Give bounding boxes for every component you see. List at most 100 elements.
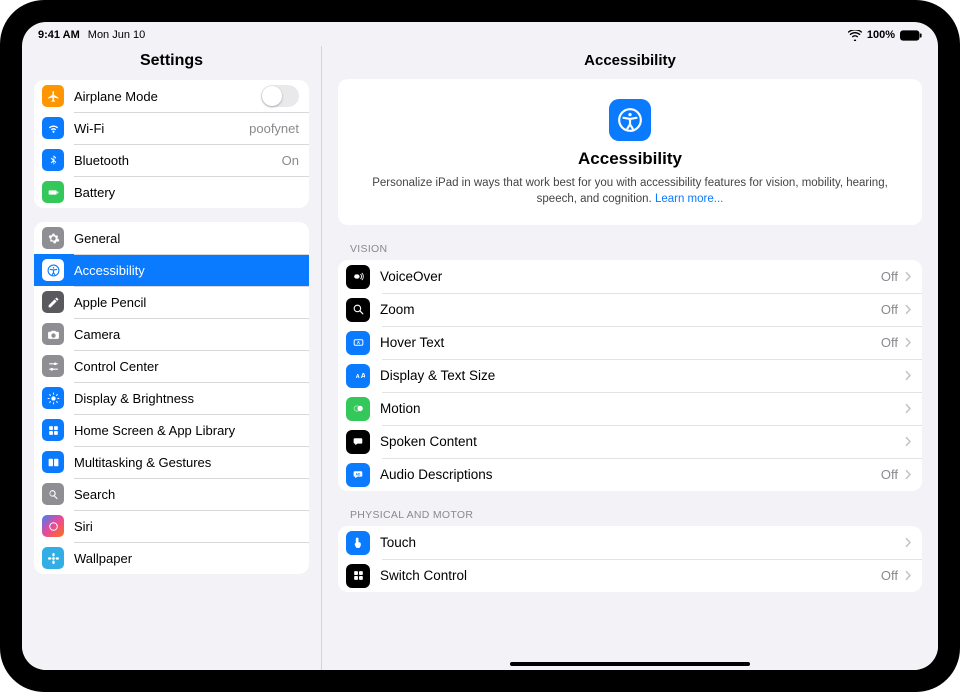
sidebar-item-bluetooth[interactable]: Bluetooth On — [34, 144, 309, 176]
settings-list: VoiceOverOff Zoom Off A Hover Text Off AA Displ… — [338, 260, 922, 491]
setting-row-label: Spoken Content — [380, 434, 898, 449]
sidebar-item-label: Home Screen & App Library — [74, 423, 299, 438]
section-header: Vision — [338, 239, 922, 260]
detail-pane: Accessibility Accessibility Personalize … — [322, 46, 938, 670]
sidebar-item-value: On — [282, 153, 299, 168]
setting-row-spoken-content[interactable]: Spoken Content — [338, 425, 922, 458]
sidebar-item-search[interactable]: Search — [34, 478, 309, 510]
flower-icon — [42, 547, 64, 569]
sidebar-item-control-center[interactable]: Control Center — [34, 350, 309, 382]
hero-title: Accessibility — [366, 149, 894, 169]
sidebar-item-multitasking-gestures[interactable]: Multitasking & Gestures — [34, 446, 309, 478]
sidebar-item-label: Bluetooth — [74, 153, 276, 168]
setting-row-hover-text[interactable]: A Hover Text Off — [338, 326, 922, 359]
sidebar-group: Airplane Mode Wi-Fipoofynet Bluetooth On Bat… — [34, 80, 309, 208]
sidebar-item-apple-pencil[interactable]: Apple Pencil — [34, 286, 309, 318]
pencil-icon — [42, 291, 64, 313]
accessibility-icon — [42, 259, 64, 281]
chevron-right-icon — [904, 403, 912, 414]
svg-text:AD: AD — [355, 473, 360, 477]
sidebar-item-accessibility[interactable]: Accessibility — [34, 254, 309, 286]
speech-icon — [346, 430, 370, 454]
svg-text:A: A — [356, 340, 360, 345]
setting-row-zoom[interactable]: Zoom Off — [338, 293, 922, 326]
setting-row-audio-descriptions[interactable]: ADAudio DescriptionsOff — [338, 458, 922, 491]
setting-row-value: Off — [881, 335, 898, 350]
sliders-icon — [42, 355, 64, 377]
rectangles-icon — [42, 451, 64, 473]
sidebar-item-camera[interactable]: Camera — [34, 318, 309, 350]
setting-row-motion[interactable]: Motion — [338, 392, 922, 425]
search-icon — [42, 483, 64, 505]
setting-row-label: Display & Text Size — [380, 368, 898, 383]
chevron-right-icon — [904, 337, 912, 348]
voiceover-icon — [346, 265, 370, 289]
sidebar-item-airplane-mode[interactable]: Airplane Mode — [34, 80, 309, 112]
setting-row-display-text-size[interactable]: AA Display & Text Size — [338, 359, 922, 392]
airplane-icon — [42, 85, 64, 107]
hero-desc-text: Personalize iPad in ways that work best … — [372, 177, 888, 205]
hero-description: Personalize iPad in ways that work best … — [366, 175, 894, 207]
sidebar-item-label: Display & Brightness — [74, 391, 299, 406]
chevron-right-icon — [904, 304, 912, 315]
switch-control-icon — [346, 564, 370, 588]
setting-row-voiceover[interactable]: VoiceOverOff — [338, 260, 922, 293]
learn-more-link[interactable]: Learn more... — [655, 193, 723, 205]
status-time: 9:41 AM — [38, 29, 80, 41]
sidebar-item-general[interactable]: General — [34, 222, 309, 254]
settings-sidebar: Settings Airplane ModeWi-FipoofynetBluet… — [22, 46, 322, 670]
camera-icon — [42, 323, 64, 345]
wifi-icon — [848, 30, 862, 41]
setting-row-value: Off — [881, 302, 898, 317]
sidebar-item-wallpaper[interactable]: Wallpaper — [34, 542, 309, 574]
setting-row-value: Off — [881, 568, 898, 583]
device-frame: 9:41 AM Mon Jun 10 100% Settings Airplan… — [0, 0, 960, 692]
status-date: Mon Jun 10 — [88, 29, 145, 41]
sidebar-item-siri[interactable]: Siri — [34, 510, 309, 542]
hover-icon: A — [346, 331, 370, 355]
sidebar-item-label: Camera — [74, 327, 299, 342]
hero-card: Accessibility Personalize iPad in ways t… — [338, 79, 922, 225]
sidebar-item-label: Multitasking & Gestures — [74, 455, 299, 470]
setting-row-label: Zoom — [380, 302, 875, 317]
gear-icon — [42, 227, 64, 249]
wifi-icon — [42, 117, 64, 139]
chevron-right-icon — [904, 537, 912, 548]
setting-row-label: Motion — [380, 401, 898, 416]
sidebar-title: Settings — [22, 46, 321, 80]
setting-row-value: Off — [881, 467, 898, 482]
screen: 9:41 AM Mon Jun 10 100% Settings Airplan… — [22, 22, 938, 670]
textsize-icon: AA — [346, 364, 370, 388]
settings-list: Touch Switch ControlOff — [338, 526, 922, 592]
setting-row-touch[interactable]: Touch — [338, 526, 922, 559]
zoom-icon — [346, 298, 370, 322]
battery-icon — [900, 30, 922, 41]
setting-row-label: Hover Text — [380, 335, 875, 350]
airplane-mode-switch[interactable] — [261, 85, 299, 107]
setting-row-switch-control[interactable]: Switch ControlOff — [338, 559, 922, 592]
siri-icon — [42, 515, 64, 537]
touch-icon — [346, 531, 370, 555]
accessibility-hero-icon — [609, 99, 651, 141]
chevron-right-icon — [904, 469, 912, 480]
main-title: Accessibility — [322, 46, 938, 79]
section-header: Physical and Motor — [338, 505, 922, 526]
chevron-right-icon — [904, 570, 912, 581]
sidebar-item-home-screen-app-library[interactable]: Home Screen & App Library — [34, 414, 309, 446]
sidebar-item-label: Control Center — [74, 359, 299, 374]
sidebar-item-label: Siri — [74, 519, 299, 534]
sidebar-item-value: poofynet — [249, 121, 299, 136]
svg-text:A: A — [355, 374, 359, 380]
sidebar-item-label: Airplane Mode — [74, 89, 261, 104]
setting-row-label: Touch — [380, 535, 898, 550]
sidebar-item-display-brightness[interactable]: Display & Brightness — [34, 382, 309, 414]
chevron-right-icon — [904, 271, 912, 282]
home-indicator[interactable] — [510, 662, 750, 666]
audio-desc-icon: AD — [346, 463, 370, 487]
sidebar-item-label: Accessibility — [74, 263, 299, 278]
chevron-right-icon — [904, 436, 912, 447]
sidebar-item-wifi[interactable]: Wi-Fipoofynet — [34, 112, 309, 144]
sidebar-item-battery[interactable]: Battery — [34, 176, 309, 208]
status-battery-pct: 100% — [867, 29, 895, 41]
sidebar-item-label: Search — [74, 487, 299, 502]
